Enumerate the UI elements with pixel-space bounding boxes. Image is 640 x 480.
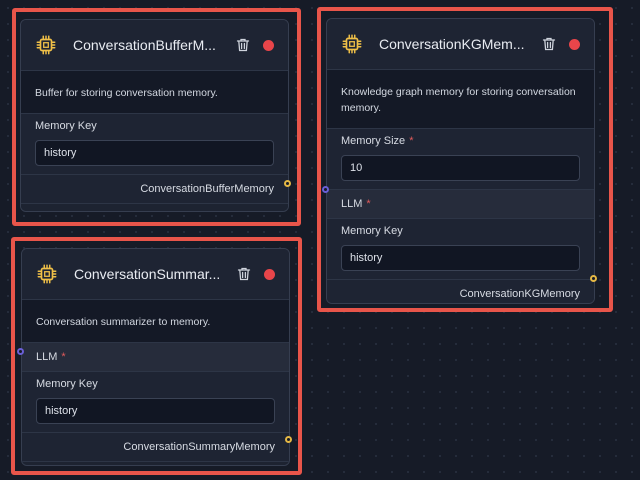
node-conversation-summary-memory[interactable]: ConversationSummar... Conversation summa…: [21, 248, 290, 466]
memory-key-field-wrap: [327, 243, 594, 280]
memory-key-field-wrap: [21, 138, 288, 175]
trash-icon[interactable]: [235, 37, 251, 53]
node-description: Knowledge graph memory for storing conve…: [327, 70, 594, 129]
required-marker: *: [409, 135, 414, 147]
node-title: ConversationBufferM...: [73, 37, 216, 53]
node-header[interactable]: ConversationSummar...: [22, 249, 289, 300]
memory-size-field-wrap: [327, 153, 594, 190]
node-title: ConversationSummar...: [74, 266, 221, 282]
memory-key-label: Memory Key: [21, 114, 288, 138]
memory-size-input[interactable]: [341, 155, 580, 181]
memory-key-input[interactable]: [35, 140, 274, 166]
memory-key-input[interactable]: [36, 398, 275, 424]
memory-size-label: Memory Size: [341, 135, 406, 147]
status-indicator: [569, 38, 580, 50]
output-row: ConversationKGMemory: [327, 280, 594, 303]
trash-icon[interactable]: [541, 36, 557, 52]
node-conversation-buffer-memory[interactable]: ConversationBufferM... Buffer for storin…: [20, 19, 289, 212]
output-row: ConversationSummaryMemory: [22, 433, 289, 462]
chip-icon: [36, 35, 56, 55]
status-indicator: [263, 39, 274, 51]
output-handle-buffer[interactable]: [284, 180, 291, 187]
node-footer: [21, 204, 288, 211]
status-indicator: [264, 268, 275, 280]
output-handle-summary[interactable]: [285, 436, 292, 443]
required-marker: *: [61, 351, 66, 363]
chip-icon: [37, 264, 57, 284]
required-marker: *: [366, 198, 371, 210]
output-row: ConversationBufferMemory: [21, 175, 288, 204]
memory-key-input[interactable]: [341, 245, 580, 271]
llm-label: LLM: [341, 198, 363, 210]
memory-key-field-wrap: [22, 396, 289, 433]
node-description: Buffer for storing conversation memory.: [21, 71, 288, 114]
memory-key-label: Memory Key: [327, 219, 594, 243]
output-label: ConversationBufferMemory: [140, 183, 274, 195]
llm-input-row: LLM *: [22, 343, 289, 372]
output-label: ConversationKGMemory: [459, 288, 580, 300]
node-title: ConversationKGMem...: [379, 36, 525, 52]
memory-key-label: Memory Key: [22, 372, 289, 396]
trash-icon[interactable]: [236, 266, 252, 282]
node-footer: [22, 462, 289, 465]
llm-input-handle-summary[interactable]: [17, 348, 24, 355]
node-header[interactable]: ConversationKGMem...: [327, 19, 594, 70]
llm-input-handle-kg[interactable]: [322, 186, 329, 193]
output-label: ConversationSummaryMemory: [123, 441, 275, 453]
llm-input-row: LLM *: [327, 190, 594, 219]
node-header[interactable]: ConversationBufferM...: [21, 20, 288, 71]
memory-size-label-row: Memory Size *: [327, 129, 594, 153]
chip-icon: [342, 34, 362, 54]
output-handle-kg[interactable]: [590, 275, 597, 282]
llm-label: LLM: [36, 351, 58, 363]
node-description: Conversation summarizer to memory.: [22, 300, 289, 343]
node-conversation-kg-memory[interactable]: ConversationKGMem... Knowledge graph mem…: [326, 18, 595, 304]
